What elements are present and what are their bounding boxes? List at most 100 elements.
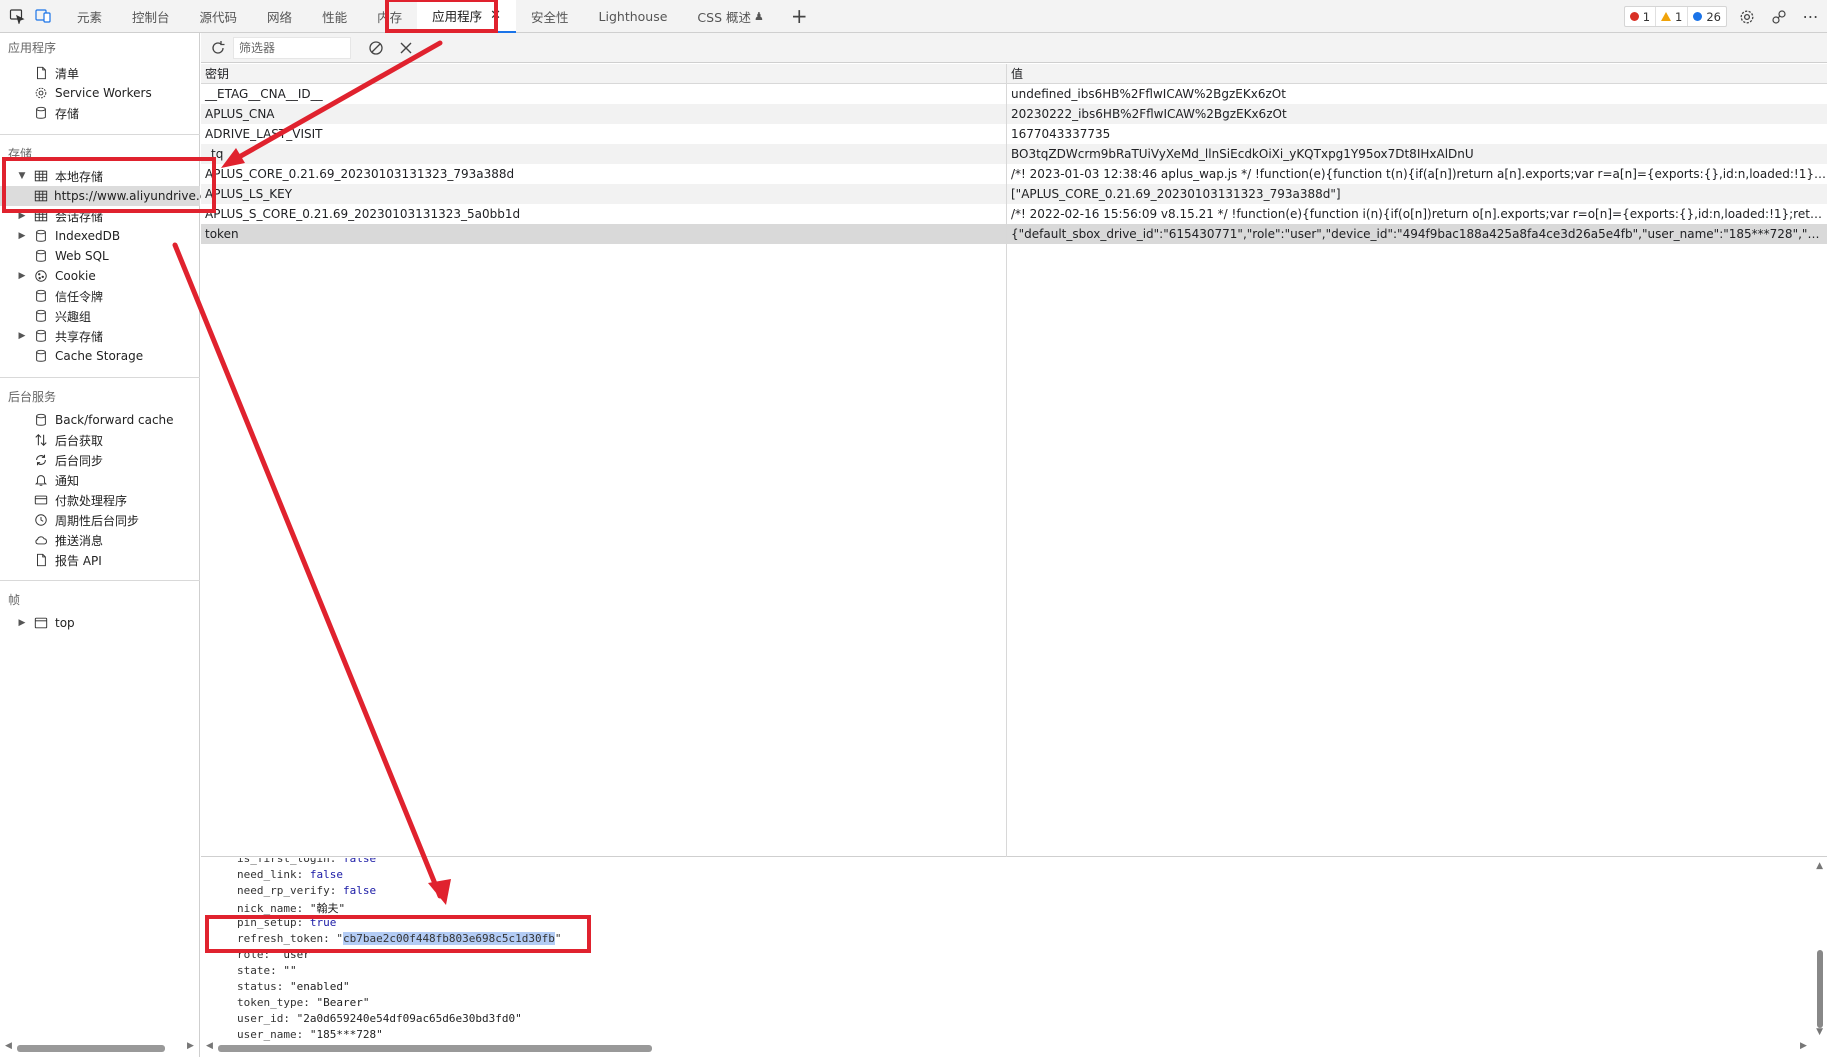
sidebar-item-storage-8[interactable]: ▶ 共享存储 [0,326,200,346]
sidebar-item-frame-top[interactable]: ▶ top [0,613,200,633]
more-options-icon[interactable]: ⋯ [1795,0,1827,33]
inspect-element-icon[interactable] [4,0,30,33]
sidebar-item-bg-1[interactable]: 后台获取 [0,430,200,450]
cell-value[interactable]: 1677043337735 [1007,127,1827,141]
table-row[interactable]: APLUS_CNA 20230222_ibs6HB%2FflwICAW%2BgzE… [201,104,1827,124]
add-panel-icon[interactable]: + [779,4,820,28]
cell-key[interactable]: APLUS_CORE_0.21.69_20230103131323_793a38… [201,167,1007,181]
tab-7[interactable]: 安全性 [516,0,584,33]
sidebar-item-bg-0[interactable]: Back/forward cache [0,410,200,430]
cell-value[interactable]: /*! 2022-02-16 15:56:09 v8.15.21 */ !fun… [1007,207,1827,221]
scroll-up-arrow-icon[interactable]: ▲ [1816,861,1823,871]
cell-key[interactable]: APLUS_CNA [201,107,1007,121]
error-badge[interactable]: 1 [1625,7,1655,26]
cell-value[interactable]: ["APLUS_CORE_0.21.69_20230103131323_793a… [1007,187,1827,201]
table-row[interactable]: APLUS_LS_KEY ["APLUS_CORE_0.21.69_2023010… [201,184,1827,204]
tab-2[interactable]: 源代码 [185,0,253,33]
expand-right-icon[interactable]: ▶ [15,271,29,281]
settings-gear-icon[interactable] [1731,0,1763,33]
refresh-icon[interactable] [203,33,233,63]
table-row[interactable]: ADRIVE_LAST_VISIT 1677043337735 [201,124,1827,144]
sidebar-item-storage-3[interactable]: ▶ IndexedDB [0,226,200,246]
preview-line[interactable]: is_first_login: false [237,858,376,865]
delete-selected-icon[interactable] [391,33,421,63]
column-divider[interactable] [1006,64,1007,857]
sidebar-item-bg-3[interactable]: 通知 [0,470,200,490]
tab-4[interactable]: 性能 [307,0,362,33]
sidebar-item-service-workers[interactable]: Service Workers [0,83,200,103]
preview-horizontal-scrollbar[interactable] [218,1045,652,1052]
scroll-right-arrow-icon[interactable]: ▶ [1800,1041,1807,1051]
table-row[interactable]: _tq BO3tqZDWcrm9bRaTUiVyXeMd_llnSiEcdkOiX… [201,144,1827,164]
preview-line[interactable]: state: "" [237,964,297,977]
filter-input[interactable] [233,36,351,59]
tab-1[interactable]: 控制台 [117,0,185,33]
table-row[interactable]: APLUS_CORE_0.21.69_20230103131323_793a38… [201,164,1827,184]
sidebar-item-storage-7[interactable]: 兴趣组 [0,306,200,326]
column-header-value[interactable]: 值 [1007,65,1827,82]
table-row[interactable]: token {"default_sbox_drive_id":"615430771… [201,224,1827,244]
preview-line[interactable]: user_id: "2a0d659240e54df09ac65d6e30bd3f… [237,1012,522,1025]
preview-line[interactable]: status: "enabled" [237,980,350,993]
sidebar-item-bg-2[interactable]: 后台同步 [0,450,200,470]
background-fetch-arrows-icon [33,432,49,448]
cell-key[interactable]: ADRIVE_LAST_VISIT [201,127,1007,141]
cell-key[interactable]: _tq [201,147,1007,161]
preview-key: nick_name [237,902,297,915]
sidebar-item-storage-6[interactable]: 信任令牌 [0,286,200,306]
scroll-left-arrow-icon[interactable]: ◀ [206,1041,213,1051]
device-toolbar-icon[interactable] [30,0,56,33]
sidebar-item-manifest[interactable]: 清单 [0,63,200,83]
cell-value[interactable]: BO3tqZDWcrm9bRaTUiVyXeMd_llnSiEcdkOiXi_y… [1007,147,1827,161]
customize-icon[interactable] [1763,0,1795,33]
table-row[interactable]: APLUS_S_CORE_0.21.69_20230103131323_5a0b… [201,204,1827,224]
cell-value[interactable]: /*! 2023-01-03 12:38:46 aplus_wap.js */ … [1007,167,1827,181]
cell-value[interactable]: {"default_sbox_drive_id":"615430771","ro… [1007,227,1827,241]
tab-0[interactable]: 元素 [62,0,117,33]
expand-right-icon[interactable]: ▶ [15,618,29,628]
sidebar-item-label: 推送消息 [55,533,104,548]
clear-all-icon[interactable] [361,33,391,63]
cell-key[interactable]: __ETAG__CNA__ID__ [201,87,1007,101]
preview-colon: : [276,980,290,993]
tab-8[interactable]: Lighthouse [584,0,683,33]
preview-key: is_first_login [237,858,330,865]
cell-key[interactable]: APLUS_LS_KEY [201,187,1007,201]
section-title-frames: 帧 [8,593,21,607]
info-badge[interactable]: 26 [1687,7,1726,26]
annotation-box-local-storage [2,157,216,213]
preview-line[interactable]: token_type: "Bearer" [237,996,369,1009]
sidebar-item-bg-6[interactable]: 推送消息 [0,530,200,550]
interest-groups-database-icon [33,308,49,324]
sidebar-item-storage-9[interactable]: Cache Storage [0,346,200,366]
preview-line[interactable]: nick_name: "翰夫" [237,900,345,916]
scroll-left-arrow-icon[interactable]: ◀ [5,1041,12,1051]
preview-colon: : [270,964,284,977]
sidebar-horizontal-scrollbar[interactable] [17,1045,165,1052]
expand-right-icon[interactable]: ▶ [15,331,29,341]
warning-badge[interactable]: 1 [1655,7,1687,26]
cell-value[interactable]: undefined_ibs6HB%2FflwICAW%2BgzEKx6zOt [1007,87,1827,101]
scroll-right-arrow-icon[interactable]: ▶ [187,1041,194,1051]
cell-key[interactable]: token [201,227,1007,241]
tab-9[interactable]: CSS 概述 ♟ [682,0,778,33]
sidebar-item-storage-4[interactable]: Web SQL [0,246,200,266]
column-header-key[interactable]: 密钥 [201,65,1007,82]
table-row[interactable]: __ETAG__CNA__ID__ undefined_ibs6HB%2FflwI… [201,84,1827,104]
tab-3[interactable]: 网络 [252,0,307,33]
cell-value[interactable]: 20230222_ibs6HB%2FflwICAW%2BgzEKx6zOt [1007,107,1827,121]
preview-line[interactable]: need_rp_verify: false [237,884,376,897]
scroll-down-arrow-icon[interactable]: ▼ [1816,1027,1823,1037]
sidebar-item-bg-4[interactable]: 付款处理程序 [0,490,200,510]
sidebar-item-storage-5[interactable]: ▶ Cookie [0,266,200,286]
sidebar-item-bg-7[interactable]: 报告 API [0,550,200,570]
preview-line[interactable]: user_name: "185***728" [237,1028,383,1041]
error-count: 1 [1642,9,1651,24]
sidebar-item-storage[interactable]: 存储 [0,103,200,123]
expand-right-icon[interactable]: ▶ [15,231,29,241]
cell-key[interactable]: APLUS_S_CORE_0.21.69_20230103131323_5a0b… [201,207,1007,221]
preview-line[interactable]: need_link: false [237,868,343,881]
sidebar-item-bg-5[interactable]: 周期性后台同步 [0,510,200,530]
issues-counter[interactable]: 1 1 26 [1623,6,1727,27]
preview-vertical-scrollbar[interactable] [1817,950,1823,1028]
